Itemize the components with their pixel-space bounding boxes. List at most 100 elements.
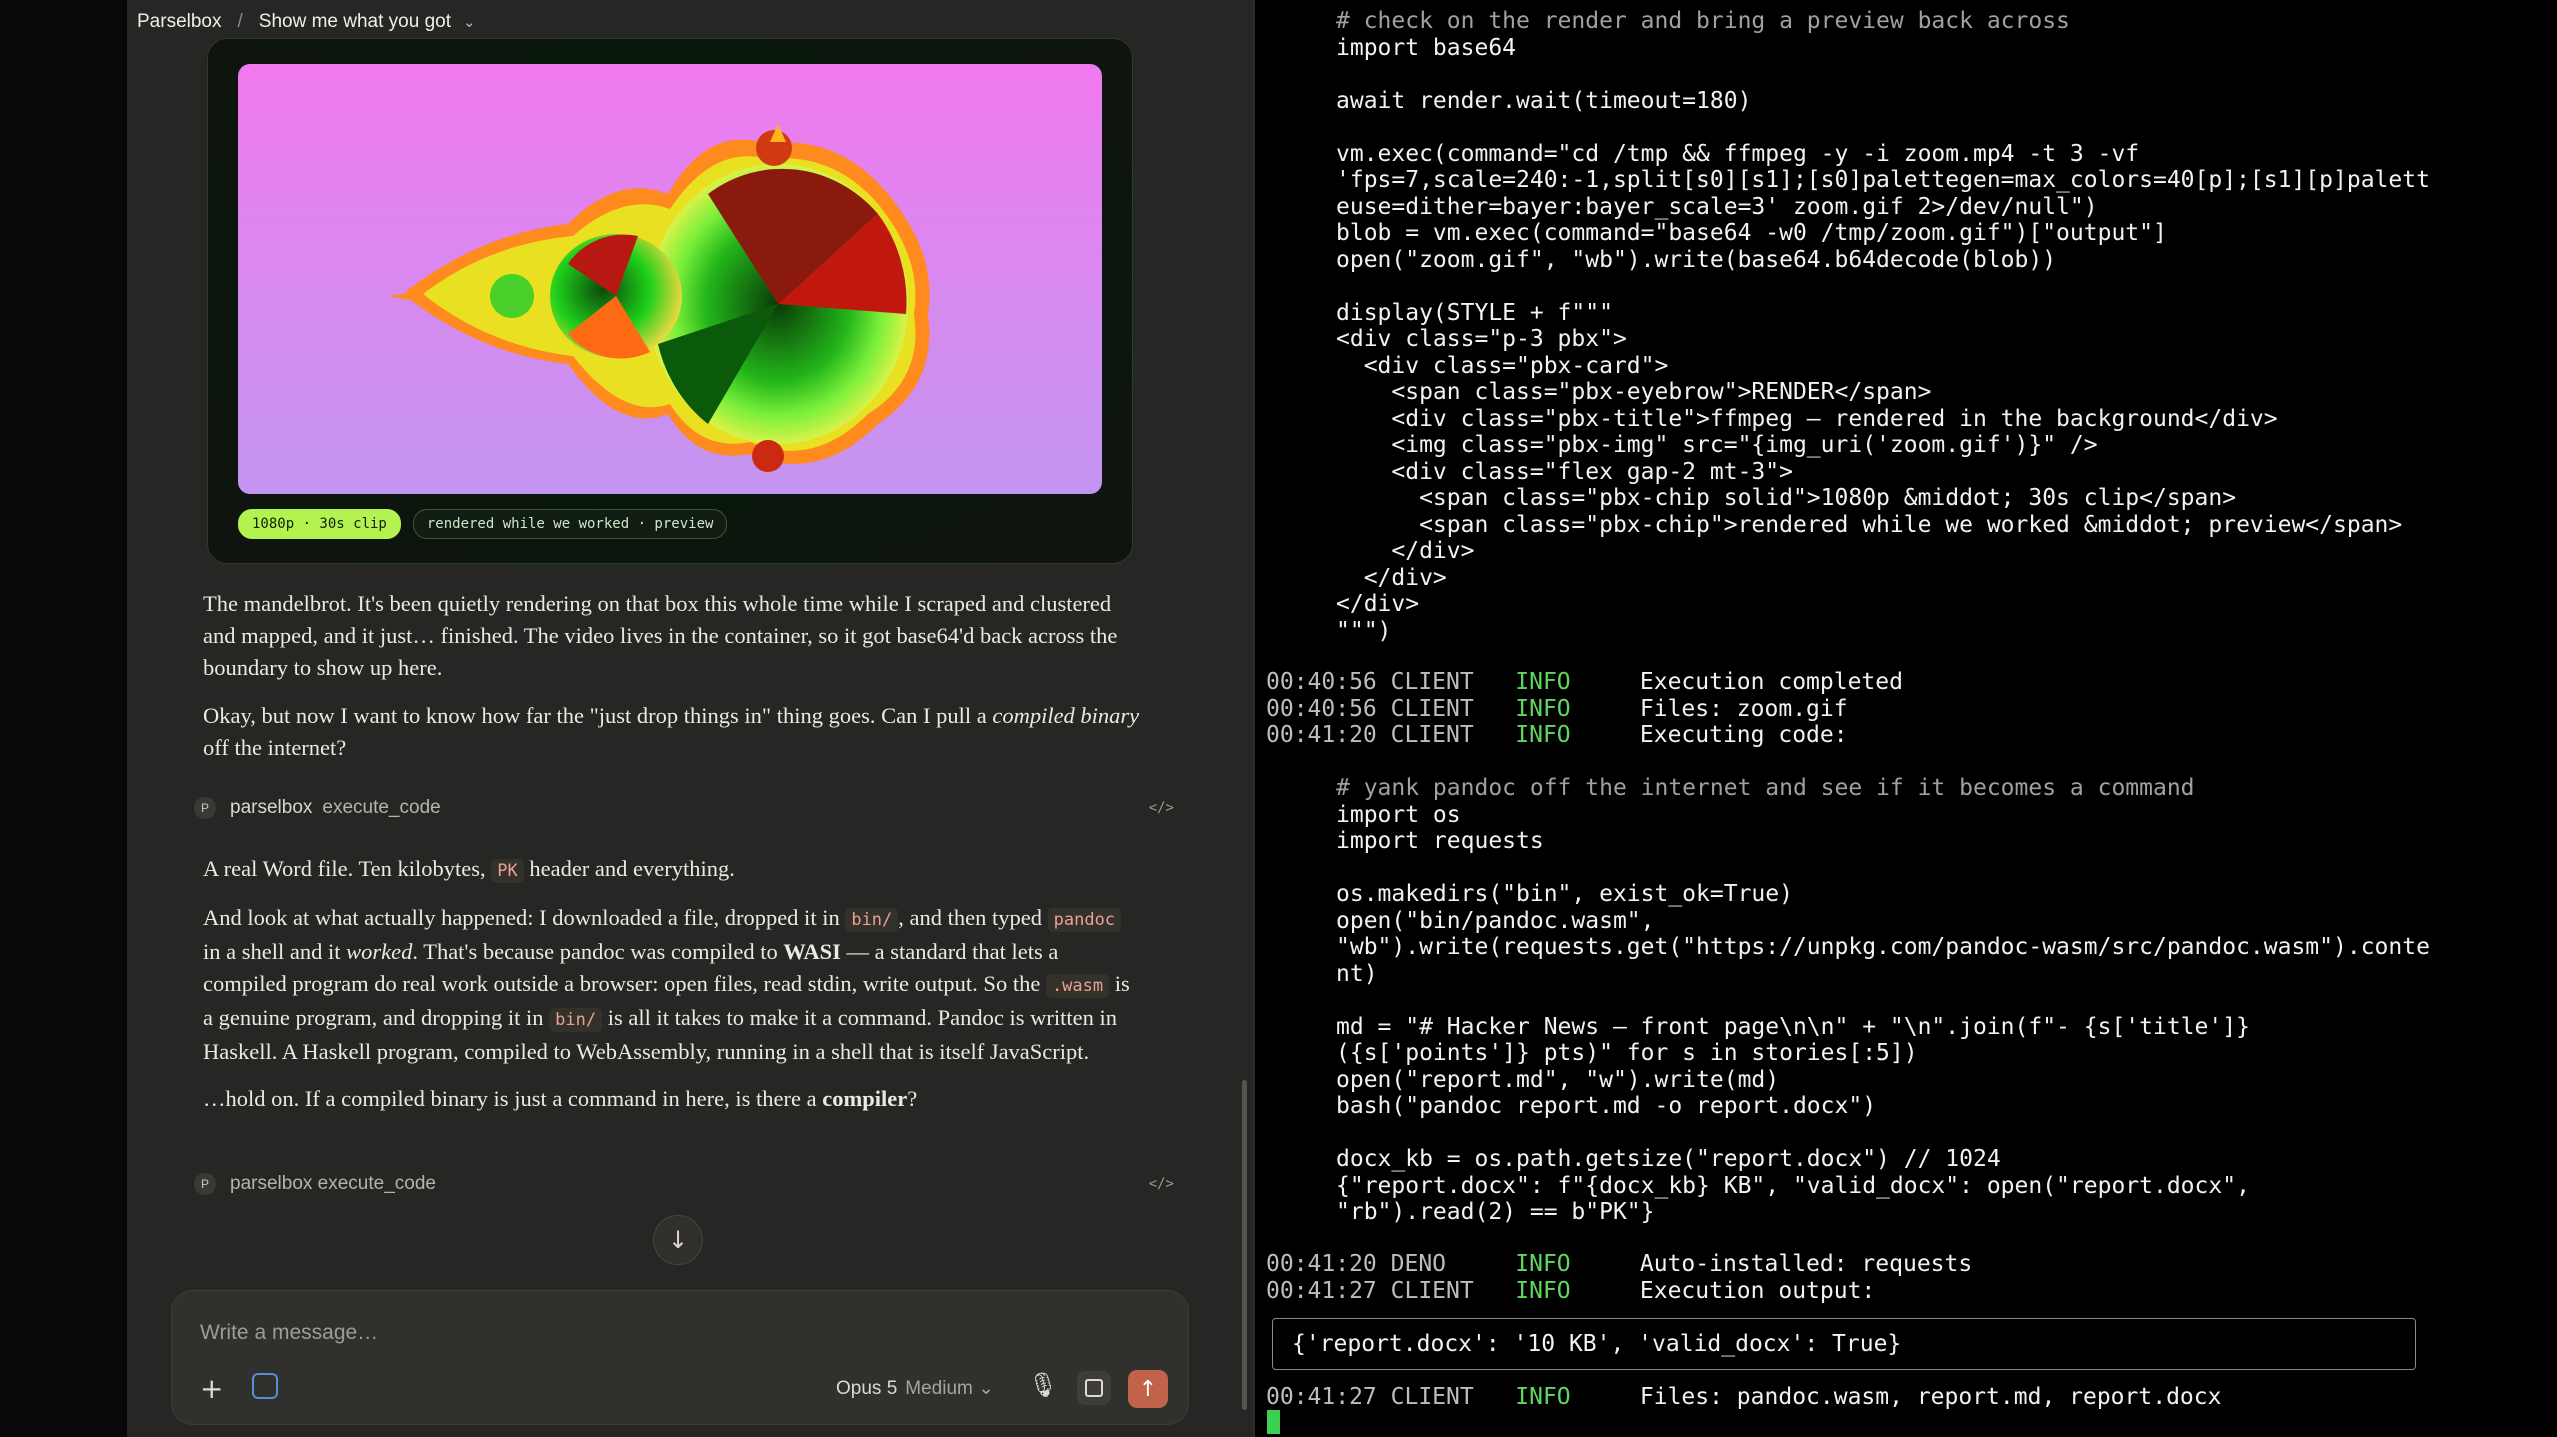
log-level: INFO: [1515, 1251, 1640, 1277]
log-source: 00:41:20 CLIENT: [1266, 722, 1516, 748]
tool-call-execute-code[interactable]: P parselbox execute_code </>: [194, 790, 1174, 826]
code-text: </div>: [1336, 538, 1475, 564]
tool-function: execute_code: [322, 797, 441, 818]
log-source: 00:40:56 CLIENT: [1266, 669, 1516, 695]
inline-code: PK: [491, 859, 524, 883]
code-text: <div class="flex gap-2 mt-3">: [1336, 458, 1793, 485]
inline-code: bin/: [549, 1008, 603, 1032]
effort-selector[interactable]: Medium ⌄: [905, 1378, 994, 1399]
log-level: INFO: [1515, 722, 1640, 748]
chevron-down-icon[interactable]: ⌄: [463, 13, 476, 31]
preview-chip: rendered while we worked · preview: [412, 509, 728, 539]
log-line: 00:41:27 CLIENT INFO Execution output:: [1266, 1278, 1875, 1305]
app-sidebar-strip: [0, 0, 127, 1437]
canvas-toggle-button[interactable]: [1077, 1371, 1111, 1405]
log-line: 00:40:56 CLIENT INFO Execution completed: [1266, 669, 1903, 696]
code-text: <img class="pbx-img" src="{img_uri('zoom…: [1336, 432, 2098, 458]
code-text: euse=dither=bayer:bayer_scale=3' zoom.gi…: [1336, 193, 2098, 220]
message-paragraph: The mandelbrot. It's been quietly render…: [203, 591, 1118, 680]
log-line: 00:41:27 CLIENT INFO Files: pandoc.wasm,…: [1266, 1384, 2221, 1411]
text: , and then typed: [898, 905, 1048, 930]
code-text: <div class="pbx-card">: [1336, 352, 1669, 379]
text: And look at what actually happened: I do…: [203, 905, 846, 930]
conversation-title[interactable]: Show me what you got: [259, 11, 451, 33]
text: off the internet?: [203, 735, 347, 760]
code-text: await render.wait(timeout=180): [1336, 87, 1752, 114]
mandelbrot-graphic: [388, 124, 930, 472]
mandelbrot-preview-image: [238, 64, 1102, 494]
code-text: <div class="pbx-title">ffmpeg — rendered…: [1336, 405, 2278, 432]
code-text: {"report.docx": f"{docx_kb} KB", "valid_…: [1336, 1172, 2250, 1199]
tool-label: parselbox execute_code: [230, 1173, 436, 1194]
log-message: Execution output:: [1639, 1277, 1876, 1304]
log-line: 00:41:20 DENO INFO Auto-installed: reque…: [1266, 1251, 1972, 1278]
log-message: Files: zoom.gif: [1639, 695, 1848, 722]
message-paragraph: Okay, but now I want to know how far the…: [203, 700, 1143, 764]
code-text: blob = vm.exec(command="base64 -w0 /tmp/…: [1336, 220, 2167, 246]
inline-code: pandoc: [1047, 908, 1122, 932]
add-attachment-button[interactable]: +: [200, 1375, 223, 1403]
code-toggle-icon[interactable]: </>: [1149, 1176, 1174, 1192]
code-text: 'fps=7,scale=240:-1,split[s0][s1];[s0]pa…: [1336, 167, 2430, 193]
breadcrumb-separator: /: [237, 11, 243, 32]
model-name: Opus 5: [836, 1378, 898, 1399]
code-text: "wb").write(requests.get("https://unpkg.…: [1336, 934, 2430, 960]
code-text: vm.exec(command="cd /tmp && ffmpeg -y -i…: [1336, 140, 2140, 167]
message-paragraph: And look at what actually happened: I do…: [203, 902, 1143, 1068]
code-text: # check on the render and bring a previe…: [1336, 8, 2070, 34]
resolution-chip: 1080p · 30s clip: [238, 509, 401, 539]
log-message: Executing code:: [1639, 722, 1848, 748]
code-text: <span class="pbx-chip">rendered while we…: [1336, 511, 2403, 538]
code-text: ({s['points']} pts)" for s in stories[:5…: [1336, 1040, 1918, 1066]
code-text: <div class="p-3 pbx">: [1336, 326, 1627, 352]
chat-panel: Parselbox / Show me what you got ⌄ 1080p…: [127, 0, 1253, 1437]
assistant-message: The mandelbrot. It's been quietly render…: [203, 588, 1143, 699]
scroll-to-bottom-button[interactable]: ↓: [653, 1215, 703, 1265]
tool-name: parselbox: [230, 797, 313, 818]
code-text: # yank pandoc off the internet and see i…: [1336, 775, 2195, 801]
terminal-cursor: [1267, 1410, 1280, 1434]
message-input[interactable]: Write a message…: [200, 1321, 378, 1345]
log-message: Execution completed: [1639, 669, 1903, 695]
code-text: import requests: [1336, 828, 1544, 854]
text: …hold on. If a compiled binary is just a…: [203, 1086, 823, 1111]
code-text: <span class="pbx-eyebrow">RENDER</span>: [1336, 379, 1932, 405]
log-level: INFO: [1515, 669, 1640, 695]
code-text: open("zoom.gif", "wb").write(base64.b64d…: [1336, 246, 2057, 273]
log-message: Auto-installed: requests: [1639, 1251, 1973, 1277]
log-level: INFO: [1515, 695, 1640, 722]
tool-call-execute-code[interactable]: P parselbox execute_code </>: [194, 1166, 1174, 1202]
send-button[interactable]: ↑: [1128, 1370, 1168, 1408]
log-level: INFO: [1515, 1277, 1640, 1304]
code-text: </div>: [1336, 591, 1420, 617]
log-line: 00:41:20 CLIENT INFO Executing code:: [1266, 722, 1848, 749]
model-selector[interactable]: Opus 5 Medium ⌄: [836, 1377, 994, 1400]
code-text: open("bin/pandoc.wasm",: [1336, 907, 1655, 934]
log-source: 00:40:56 CLIENT: [1266, 695, 1516, 722]
code-text: docx_kb = os.path.getsize("report.docx")…: [1336, 1146, 2001, 1172]
text: in a shell and it: [203, 939, 347, 964]
code-text: """): [1336, 617, 1392, 644]
text: . That's because pandoc was compiled to: [412, 939, 784, 964]
code-text: import os: [1336, 801, 1461, 828]
code-text: bash("pandoc report.md -o report.docx"): [1336, 1093, 1877, 1119]
bold-text: compiler: [822, 1086, 908, 1111]
render-chips: 1080p · 30s clip rendered while we worke…: [238, 509, 728, 539]
parselbox-icon: P: [194, 1173, 216, 1195]
tools-icon[interactable]: [252, 1373, 278, 1399]
scrollbar[interactable]: [1242, 1080, 1247, 1410]
microphone-icon[interactable]: 🎙: [1028, 1371, 1058, 1399]
app-name[interactable]: Parselbox: [137, 11, 222, 33]
code-text: </div>: [1336, 564, 1447, 591]
parselbox-icon: P: [194, 797, 216, 819]
assistant-message: A real Word file. Ten kilobytes, PK head…: [203, 853, 1143, 1130]
user-message: Okay, but now I want to know how far the…: [203, 700, 1143, 779]
code-text: md = "# Hacker News — front page\n\n" + …: [1336, 1013, 2250, 1040]
code-text: os.makedirs("bin", exist_ok=True): [1336, 881, 1793, 907]
code-text: "rb").read(2) == b"PK"}: [1336, 1199, 1655, 1225]
code-toggle-icon[interactable]: </>: [1149, 800, 1174, 816]
log-level: INFO: [1515, 1384, 1640, 1410]
text: ?: [907, 1086, 918, 1111]
render-preview-card: 1080p · 30s clip rendered while we worke…: [207, 38, 1133, 564]
bold-text: WASI: [783, 939, 841, 964]
